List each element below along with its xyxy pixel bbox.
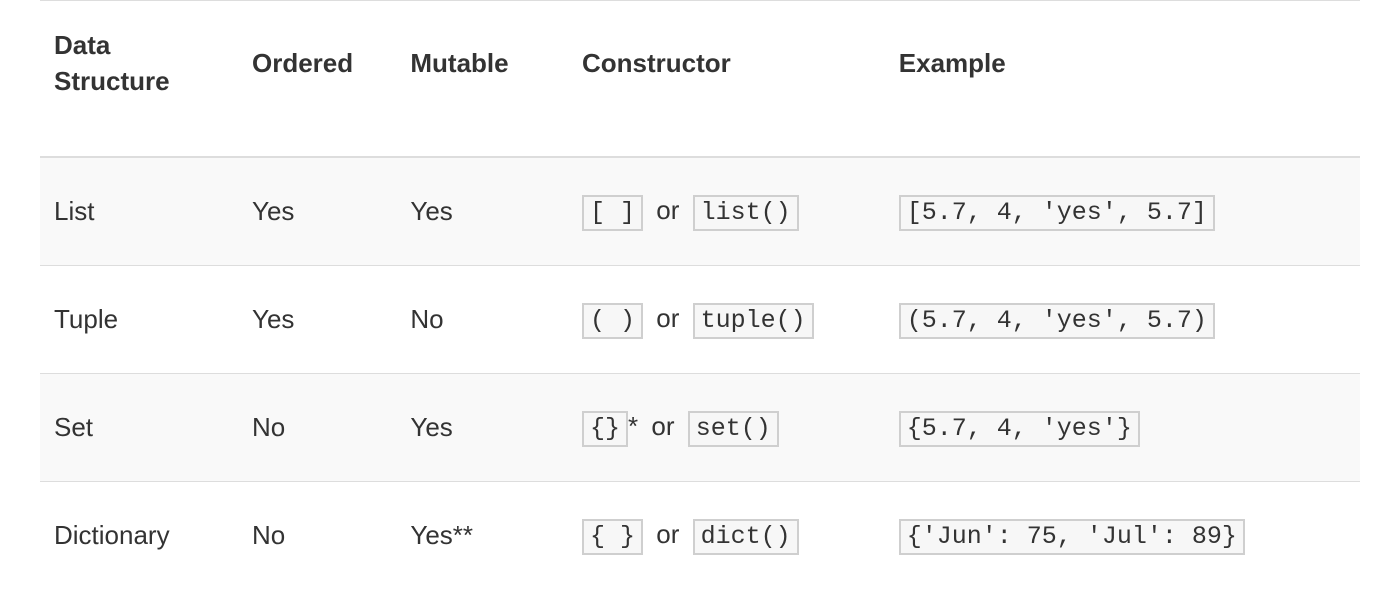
cell-mutable: Yes (396, 157, 568, 266)
cell-example: {5.7, 4, 'yes'} (885, 373, 1360, 481)
cell-name: Tuple (40, 265, 238, 373)
cell-mutable: Yes** (396, 481, 568, 589)
cell-example: (5.7, 4, 'yes', 5.7) (885, 265, 1360, 373)
code-func: set() (688, 411, 779, 447)
cell-mutable: No (396, 265, 568, 373)
header-example: Example (885, 1, 1360, 157)
separator-or: or (651, 411, 674, 441)
code-example: (5.7, 4, 'yes', 5.7) (899, 303, 1215, 339)
table-header-row: Data Structure Ordered Mutable Construct… (40, 1, 1360, 157)
header-constructor: Constructor (568, 1, 885, 157)
constructor-note: * (628, 411, 638, 441)
code-example: {5.7, 4, 'yes'} (899, 411, 1140, 447)
cell-ordered: Yes (238, 157, 396, 266)
cell-ordered: Yes (238, 265, 396, 373)
separator-or: or (656, 195, 679, 225)
header-mutable: Mutable (396, 1, 568, 157)
cell-constructor: [ ] or list() (568, 157, 885, 266)
cell-example: {'Jun': 75, 'Jul': 89} (885, 481, 1360, 589)
cell-mutable: Yes (396, 373, 568, 481)
cell-ordered: No (238, 373, 396, 481)
cell-ordered: No (238, 481, 396, 589)
header-ordered: Ordered (238, 1, 396, 157)
cell-constructor: {}* or set() (568, 373, 885, 481)
code-func: dict() (693, 519, 799, 555)
cell-name: Dictionary (40, 481, 238, 589)
table-row: List Yes Yes [ ] or list() [5.7, 4, 'yes… (40, 157, 1360, 266)
table-row: Tuple Yes No ( ) or tuple() (5.7, 4, 'ye… (40, 265, 1360, 373)
code-literal: {} (582, 411, 628, 447)
cell-constructor: { } or dict() (568, 481, 885, 589)
header-data-structure: Data Structure (40, 1, 238, 157)
code-literal: ( ) (582, 303, 643, 339)
cell-name: List (40, 157, 238, 266)
separator-or: or (656, 303, 679, 333)
cell-constructor: ( ) or tuple() (568, 265, 885, 373)
code-func: list() (693, 195, 799, 231)
data-structures-table: Data Structure Ordered Mutable Construct… (40, 0, 1360, 589)
code-example: [5.7, 4, 'yes', 5.7] (899, 195, 1215, 231)
table-row: Dictionary No Yes** { } or dict() {'Jun'… (40, 481, 1360, 589)
cell-example: [5.7, 4, 'yes', 5.7] (885, 157, 1360, 266)
table-row: Set No Yes {}* or set() {5.7, 4, 'yes'} (40, 373, 1360, 481)
separator-or: or (656, 519, 679, 549)
cell-name: Set (40, 373, 238, 481)
code-example: {'Jun': 75, 'Jul': 89} (899, 519, 1245, 555)
code-literal: { } (582, 519, 643, 555)
code-literal: [ ] (582, 195, 643, 231)
code-func: tuple() (693, 303, 814, 339)
